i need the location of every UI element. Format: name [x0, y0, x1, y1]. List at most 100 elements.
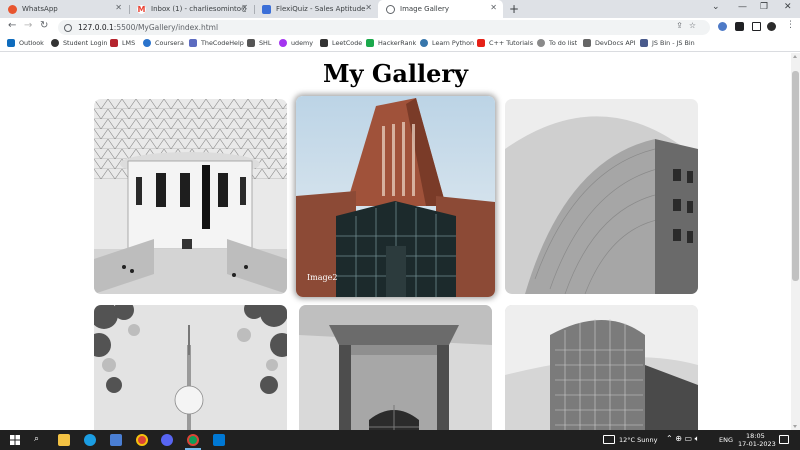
close-icon[interactable]: ✕ — [490, 3, 497, 12]
url-path: :5500/MyGallery/index.html — [113, 23, 219, 32]
hackerrank-icon — [366, 39, 374, 47]
thecodehelp-icon — [189, 39, 197, 47]
weather-icon — [603, 435, 615, 444]
gallery-image-office — [505, 305, 698, 430]
bookmark-to-do-list[interactable]: To do list — [537, 39, 577, 47]
window-close-icon[interactable]: ✕ — [784, 2, 792, 12]
forward-arrow-icon[interactable]: → — [24, 20, 32, 31]
gallery-card-4[interactable] — [94, 305, 287, 430]
site-info-icon[interactable] — [64, 23, 72, 32]
bookmark-label: To do list — [549, 39, 578, 47]
tab-flexiquiz[interactable]: FlexiQuiz - Sales Aptitude ✕ — [254, 0, 378, 18]
outlook-icon — [7, 39, 15, 47]
bookmark-leetcode[interactable]: LeetCode — [320, 39, 362, 47]
bookmark-label: LeetCode — [332, 39, 363, 47]
gallery-card-6[interactable] — [505, 305, 698, 430]
search-icon[interactable]: ⌕ — [34, 434, 39, 444]
store-icon[interactable] — [110, 434, 122, 446]
vscode-icon[interactable] — [213, 434, 225, 446]
bookmark-coursera[interactable]: Coursera — [143, 39, 184, 47]
bookmark-label: Outlook — [19, 39, 44, 47]
clock-date[interactable]: 17-01-2023 — [738, 440, 776, 448]
page-scrollbar[interactable] — [791, 53, 800, 430]
gallery-image-tv-tower — [94, 305, 287, 430]
bookmark-label: LMS — [122, 39, 136, 47]
gallery-image-tower — [296, 96, 495, 297]
address-bar[interactable]: 127.0.0.1:5500/MyGallery/index.html ⇪☆ — [58, 20, 710, 35]
weather-text[interactable]: 12°C Sunny — [619, 436, 657, 444]
bookmark-label: JS Bin - JS Bin — [652, 39, 695, 47]
tab-gmail[interactable]: M Inbox (1) - charliesominto@gmail ✕ — [129, 0, 254, 18]
todo-icon — [537, 39, 545, 47]
bookmark-shl[interactable]: SHL — [247, 39, 271, 47]
reload-icon[interactable]: ↻ — [40, 20, 48, 31]
bookmark-label: udemy — [291, 39, 314, 47]
tab-strip: WhatsApp ✕ M Inbox (1) - charliesominto@… — [0, 0, 800, 18]
bookmark-learn-python[interactable]: Learn Python — [420, 39, 474, 47]
shl-icon — [247, 39, 255, 47]
bookmark-js-bin[interactable]: JS Bin - JS Bin — [640, 39, 695, 47]
bookmark-student-login[interactable]: Student Login — [51, 39, 107, 47]
udemy-icon — [279, 39, 287, 47]
tab-whatsapp[interactable]: WhatsApp ✕ — [0, 0, 128, 18]
chrome-active-icon[interactable] — [187, 434, 199, 446]
lms-icon — [110, 39, 118, 47]
page-title: My Gallery — [322, 59, 468, 88]
restore-icon[interactable]: ❐ — [760, 2, 768, 12]
system-tray-icons[interactable]: ⌃ ⊕ ▭ 🔈︎ — [666, 434, 699, 444]
image-caption: Image2 — [307, 273, 338, 282]
bookmark-label: SHL — [259, 39, 272, 47]
file-explorer-icon[interactable] — [58, 434, 70, 446]
back-arrow-icon[interactable]: ← — [8, 20, 16, 31]
discord-icon[interactable] — [161, 434, 173, 446]
bookmark-udemy[interactable]: udemy — [279, 39, 313, 47]
share-bookmark-icons[interactable]: ⇪☆ — [676, 21, 702, 30]
bookmark-label: HackerRank — [378, 39, 417, 47]
chrome-icon[interactable] — [136, 434, 148, 446]
kebab-menu-icon[interactable]: ⋮ — [786, 20, 795, 30]
extension-icon[interactable] — [718, 22, 727, 31]
bookmark-outlook[interactable]: Outlook — [7, 39, 44, 47]
edge-icon[interactable] — [84, 434, 96, 446]
tab-search-icon[interactable]: ⌄ — [712, 2, 720, 12]
minimize-icon[interactable]: — — [738, 2, 747, 12]
gallery-image-atrium — [94, 99, 287, 294]
python-icon — [420, 39, 428, 47]
gallery-card-1[interactable] — [94, 99, 287, 294]
gallery-card-5[interactable] — [299, 305, 492, 430]
bookmark-hackerrank[interactable]: HackerRank — [366, 39, 416, 47]
bookmark-label: C++ Tutorials — [489, 39, 534, 47]
avatar[interactable] — [767, 22, 776, 31]
bookmarks-bar: Outlook Student Login LMS Coursera TheCo… — [0, 36, 800, 52]
side-panel-icon[interactable] — [752, 22, 761, 31]
clock-time[interactable]: 18:05 — [746, 432, 765, 440]
gallery-image-facade — [505, 99, 698, 294]
notification-icon[interactable] — [779, 435, 789, 444]
language-indicator[interactable]: ENG — [719, 436, 733, 444]
tab-title: FlexiQuiz - Sales Aptitude — [276, 5, 366, 13]
gallery-card-3[interactable] — [505, 99, 698, 294]
scroll-up-arrow-icon[interactable] — [793, 55, 797, 58]
bookmark-label: TheCodeHelp — [201, 39, 244, 47]
puzzle-icon[interactable] — [735, 22, 744, 31]
globe-icon — [386, 4, 395, 14]
bookmark-cpp-tutorials[interactable]: C++ Tutorials — [477, 39, 533, 47]
youtube-icon — [477, 39, 485, 47]
tab-image-gallery[interactable]: Image Gallery ✕ — [378, 0, 503, 18]
close-icon[interactable]: ✕ — [365, 3, 372, 12]
bookmark-label: DevDocs API — [595, 39, 636, 47]
bookmark-thecodehelp[interactable]: TheCodeHelp — [189, 39, 244, 47]
scroll-down-arrow-icon[interactable] — [793, 425, 797, 428]
close-icon[interactable]: ✕ — [115, 3, 122, 12]
jsbin-icon — [640, 39, 648, 47]
windows-start-icon[interactable] — [10, 435, 20, 445]
tab-title: WhatsApp — [22, 5, 58, 13]
browser-toolbar: ← → ↻ 127.0.0.1:5500/MyGallery/index.htm… — [0, 18, 800, 36]
new-tab-button[interactable]: + — [509, 2, 519, 16]
bookmark-devdocs[interactable]: DevDocs API — [583, 39, 635, 47]
scrollbar-thumb[interactable] — [792, 71, 799, 281]
gallery-card-2[interactable]: Image2 — [296, 96, 495, 297]
bookmark-lms[interactable]: LMS — [110, 39, 135, 47]
page-viewport: My Gallery Image2 — [0, 53, 791, 430]
close-icon[interactable]: ✕ — [241, 3, 248, 12]
